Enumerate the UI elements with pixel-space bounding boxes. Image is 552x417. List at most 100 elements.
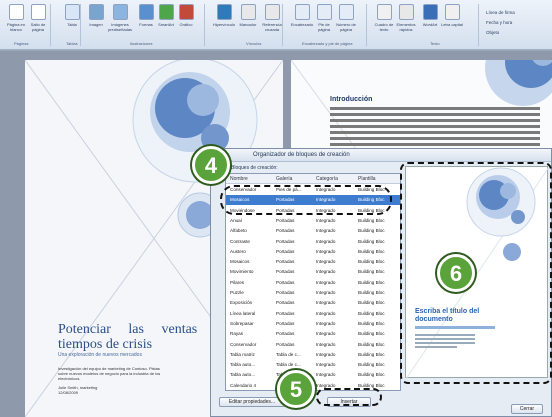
ribbon-button-label: Salto de página — [30, 22, 46, 32]
table-cell: Integrado — [316, 248, 336, 254]
cover-author[interactable]: Julie Smith, marketing 12/08/2009 — [58, 385, 97, 395]
ribbon-button-label: Pie de página — [317, 22, 330, 32]
table-cell: Tabla matriz — [230, 351, 255, 357]
group-label-header-footer: Encabezado y pie de página — [302, 41, 353, 46]
table-row[interactable]: Conservador Portadas Integrado Building Blo… — [226, 340, 400, 350]
table-row[interactable]: Tabla matriz Tabla de c... Integrado Buildi… — [226, 350, 400, 360]
close-button[interactable]: Cerrar — [511, 404, 543, 414]
table-cell: Anual — [230, 217, 242, 223]
table-cell: Building Bloc — [358, 259, 385, 265]
ribbon-button-drop-cap[interactable]: Letra capital — [440, 4, 464, 27]
table-cell: Integrado — [316, 279, 336, 285]
ribbon-button-bookmark[interactable]: Marcador — [236, 4, 260, 27]
callout-badge-4: 4 — [192, 146, 230, 184]
text-line — [330, 119, 540, 122]
table-cell: Tabla de c... — [276, 351, 301, 357]
table-cell: Portadas — [276, 341, 295, 347]
drop-cap-icon — [444, 4, 460, 20]
table-cell: Integrado — [316, 238, 336, 244]
table-cell: Mosaicos — [230, 259, 250, 265]
table-cell: Portadas — [276, 279, 295, 285]
table-cell: Building Bloc — [358, 228, 385, 234]
ribbon-group-separator — [80, 4, 81, 46]
table-cell: Integrado — [316, 341, 336, 347]
ribbon-button-label: Encabezado — [290, 22, 314, 27]
table-cell: Portadas — [276, 238, 295, 244]
table-cell: Exposición — [230, 300, 253, 306]
table-row[interactable]: Anual Portadas Integrado Building Bloc — [226, 216, 400, 226]
table-cell: Integrado — [316, 372, 336, 378]
table-row[interactable]: Tabla auto...Tabla de c...IntegradoBuild… — [226, 360, 400, 370]
list-header: Nombre Galería Categoría Plantilla — [226, 174, 400, 184]
ribbon-button-picture[interactable]: Imagen — [84, 4, 108, 27]
table-row[interactable]: Pilares Portadas Integrado Building Bloc — [226, 278, 400, 288]
ribbon-button-page-number[interactable]: Número de página — [334, 4, 358, 32]
table-cell: Building Bloc — [358, 248, 385, 254]
table-cell: Tabla auto... — [230, 372, 256, 378]
ribbon-button-clipart[interactable]: Imágenes prediseñadas — [108, 4, 132, 32]
ribbon-button-chart[interactable]: Gráfico — [174, 4, 198, 27]
ribbon-right-item-datetime[interactable]: Fecha y hora — [486, 20, 512, 25]
intro-heading[interactable]: Introducción — [330, 96, 372, 103]
table-cell: Movimiento — [230, 269, 254, 275]
ribbon-button-wordart[interactable]: WordArt — [418, 4, 442, 27]
table-row[interactable]: Austero Portadas Integrado Building Bloc — [226, 247, 400, 257]
callout-badge-5: 5 — [277, 370, 315, 408]
table-cell: Tabla auto... — [230, 362, 256, 368]
table-cell: Integrado — [316, 269, 336, 275]
picture-icon — [88, 4, 104, 20]
table-cell: Austero — [230, 248, 246, 254]
ribbon-button-label: Elementos rápidos — [396, 22, 416, 32]
table-cell: Building Bloc — [358, 362, 385, 368]
wordart-icon — [422, 4, 438, 20]
table-cell: Integrado — [316, 331, 336, 337]
ribbon-button-hyperlink[interactable]: Hipervínculo — [212, 4, 236, 27]
cover-abstract[interactable]: Investigación del equipo de marketing de… — [58, 366, 168, 381]
ribbon-group-separator — [204, 4, 205, 46]
ribbon-right-item-object[interactable]: Objeto — [486, 30, 499, 35]
ribbon-right-item-signature[interactable]: Línea de firma — [486, 10, 515, 15]
table-row[interactable]: Exposición Portadas Integrado Building Bloc — [226, 298, 400, 308]
column-header-template[interactable]: Plantilla — [358, 176, 376, 182]
ribbon-button-page-break[interactable]: Salto de página — [26, 4, 50, 32]
table-cell: Building Bloc — [358, 382, 385, 388]
ribbon-button-blank-page[interactable]: Página en blanco — [4, 4, 28, 32]
cover-title[interactable]: Potenciar las ventas en tiempos de crisi… — [58, 322, 228, 352]
ribbon-group-separator — [478, 4, 479, 46]
ribbon-button-header[interactable]: Encabezado — [290, 4, 314, 27]
table-cell: Portadas — [276, 248, 295, 254]
table-cell: Building Bloc — [358, 269, 385, 275]
ribbon-button-textbox[interactable]: Cuadro de texto — [372, 4, 396, 32]
shapes-icon — [138, 4, 154, 20]
table-row[interactable]: Sobrepasar Portadas Integrado Building Bloc — [226, 319, 400, 329]
table-cell: Portadas — [276, 290, 295, 295]
ribbon-button-footer[interactable]: Pie de página — [312, 4, 336, 32]
chart-icon — [178, 4, 194, 20]
group-label-illustrations: Ilustraciones — [130, 41, 153, 46]
table-row[interactable]: Mosaicos Portadas Integrado Building Bloc — [226, 257, 400, 267]
table-row[interactable]: Movimiento Portadas Integrado Building Bloc — [226, 267, 400, 277]
table-cell: Sobrepasar — [230, 320, 254, 326]
blank-page-icon — [8, 4, 24, 20]
column-header-category[interactable]: Categoría — [316, 176, 338, 182]
column-header-gallery[interactable]: Galería — [276, 176, 292, 182]
table-row[interactable]: Línea lateral Portadas Integrado Building B… — [226, 309, 400, 319]
ribbon-button-quick-parts[interactable]: Elementos rápidos — [394, 4, 418, 32]
table-cell: Portadas — [276, 331, 295, 337]
cover-subtitle[interactable]: Una exploración de nuevos mercados — [58, 352, 142, 358]
column-header-name[interactable]: Nombre — [230, 176, 248, 182]
table-cell: Portadas — [276, 300, 295, 306]
table-cell: Portadas — [276, 217, 295, 223]
ribbon-group-separator — [366, 4, 367, 46]
edit-properties-button[interactable]: Editar propiedades... — [219, 397, 285, 407]
table-row[interactable]: Contraste Portadas Integrado Building Bloc — [226, 237, 400, 247]
table-row[interactable]: Puzzle Portadas Integrado Building Bloc — [226, 288, 400, 298]
table-cell: Línea lateral — [230, 310, 256, 316]
ribbon-button-label: Número de página — [336, 22, 356, 32]
table-row[interactable]: Tabla auto...Tabla de c...IntegradoBuild… — [226, 370, 400, 380]
table-cell: Puzzle — [230, 290, 244, 295]
ribbon-button-cross-reference[interactable]: Referencia cruzada — [260, 4, 284, 32]
text-line — [330, 125, 540, 128]
table-row[interactable]: Rayas Portadas Integrado Building Bloc — [226, 329, 400, 339]
table-row[interactable]: Alfabeto Portadas Integrado Building Bloc — [226, 226, 400, 236]
